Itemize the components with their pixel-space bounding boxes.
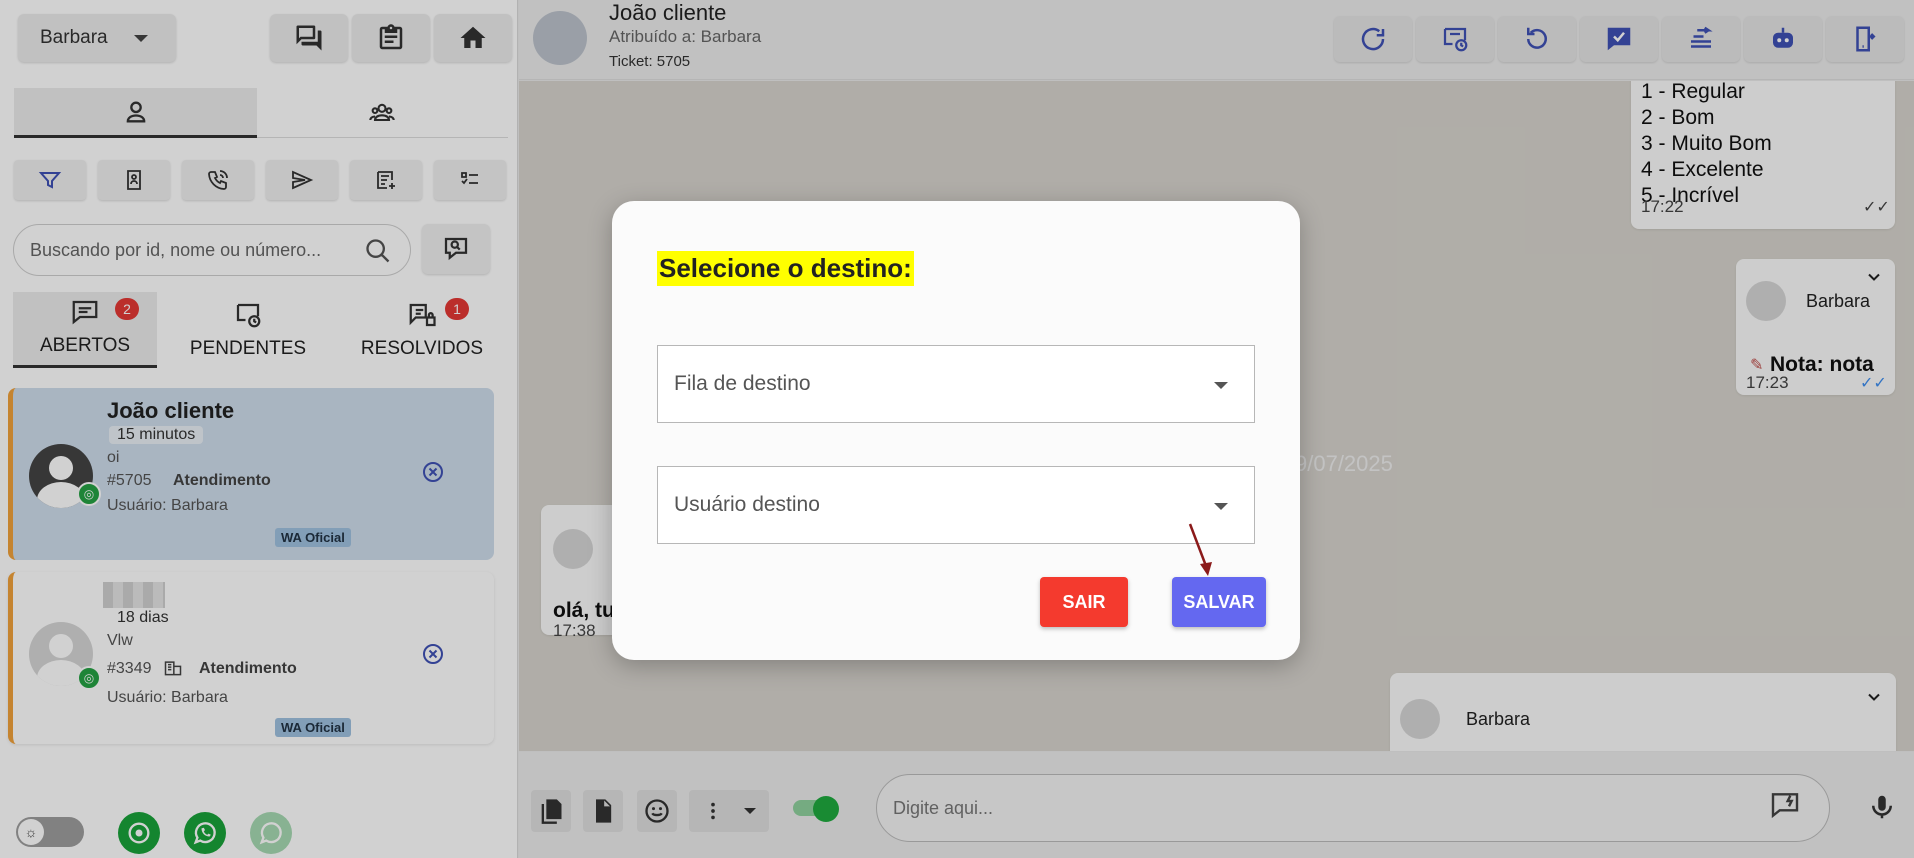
cancel-button[interactable]: SAIR [1040,577,1128,627]
dialog-title: Selecione o destino: [657,251,914,286]
annotation-arrow-icon [1188,523,1212,576]
chevron-down-icon [1214,503,1228,510]
chevron-down-icon [1214,382,1228,389]
queue-select-placeholder: Fila de destino [674,372,811,395]
user-select[interactable]: Usuário destino [657,466,1255,544]
queue-select[interactable]: Fila de destino [657,345,1255,423]
user-select-placeholder: Usuário destino [674,493,820,516]
transfer-dialog: Selecione o destino: Fila de destino Usu… [612,201,1300,660]
save-button[interactable]: SALVAR [1172,577,1266,627]
